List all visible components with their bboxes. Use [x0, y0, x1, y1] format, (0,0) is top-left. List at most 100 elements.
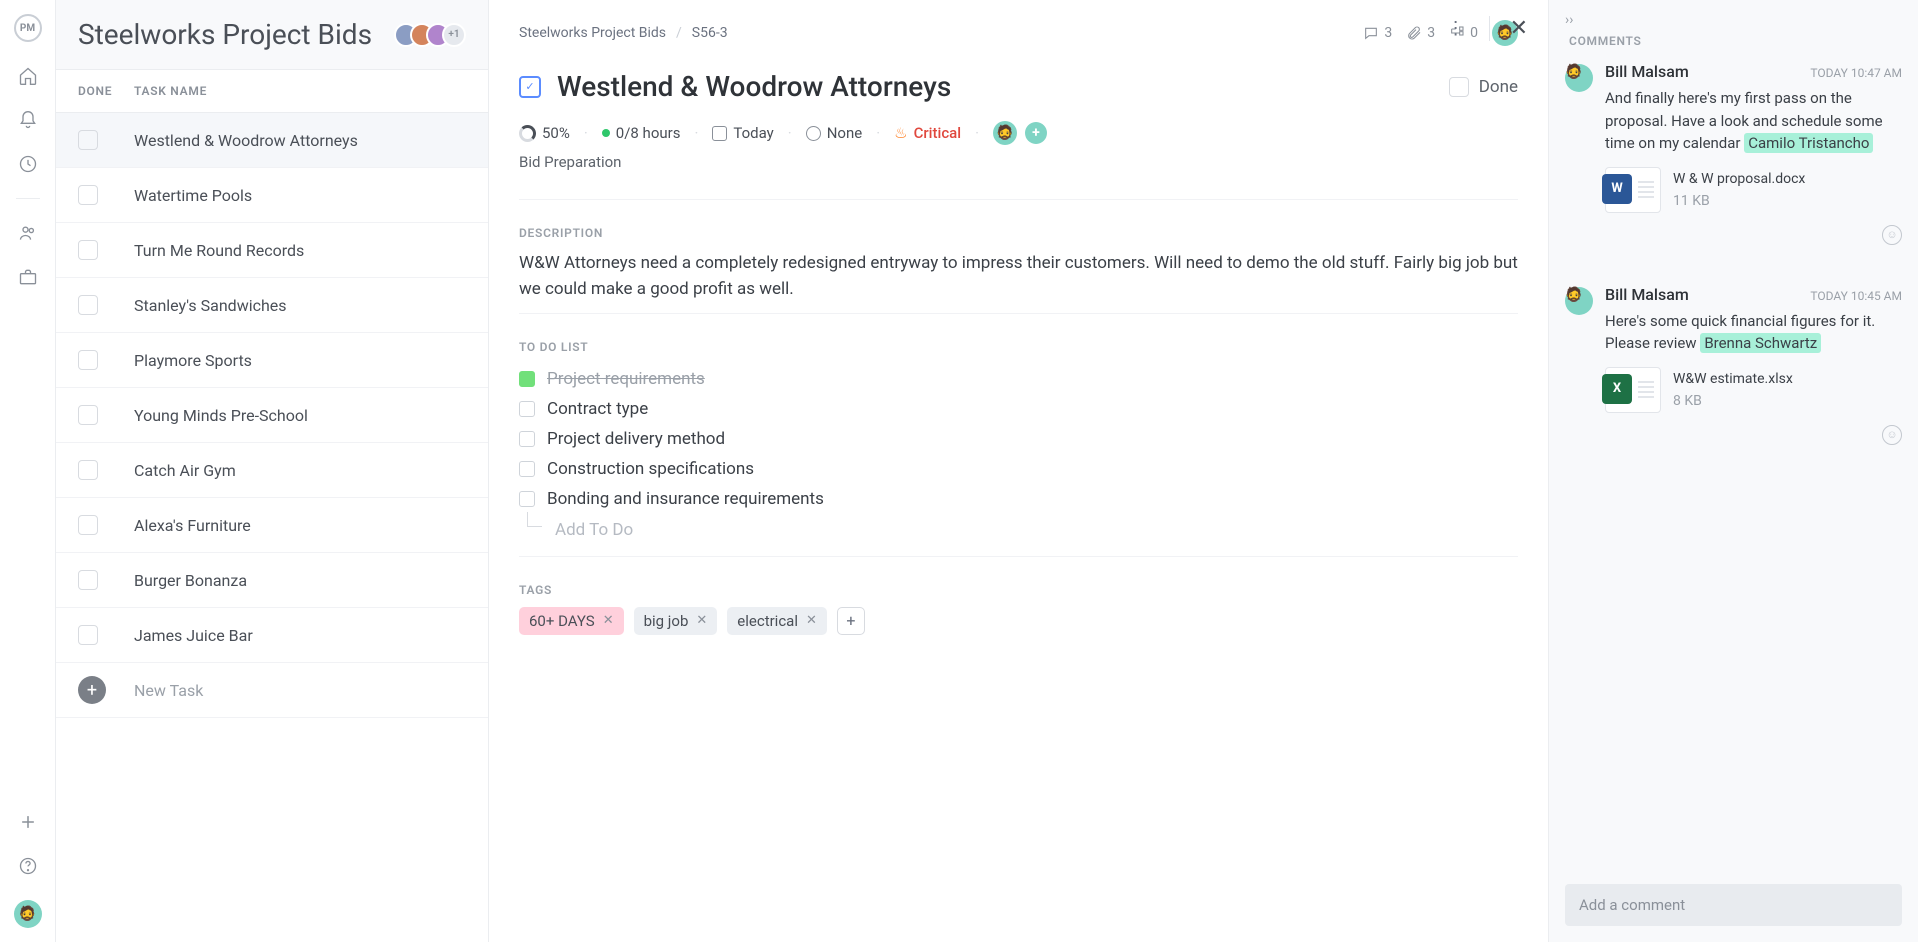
add-tag-button[interactable]: +	[837, 607, 865, 635]
help-icon[interactable]	[18, 856, 38, 876]
priority-meta[interactable]: ♨Critical	[894, 124, 961, 142]
user-avatar[interactable]: 🧔	[14, 900, 42, 928]
tag-remove-icon[interactable]: ✕	[806, 613, 817, 628]
repeat-meta[interactable]: None	[806, 124, 863, 142]
task-done-checkbox[interactable]	[78, 130, 98, 150]
done-checkbox[interactable]	[1449, 77, 1469, 97]
collaborator-stack[interactable]: +1	[402, 23, 466, 47]
comment-avatar: 🧔	[1565, 287, 1593, 315]
task-done-checkbox[interactable]	[78, 240, 98, 260]
todo-item[interactable]: Project requirements	[519, 364, 1518, 394]
task-category: Bid Preparation	[489, 149, 1548, 189]
task-row[interactable]: Alexa's Furniture	[56, 498, 488, 553]
task-row[interactable]: Young Minds Pre-School	[56, 388, 488, 443]
home-icon[interactable]	[18, 66, 38, 86]
task-done-checkbox[interactable]	[78, 515, 98, 535]
todo-item[interactable]: Contract type	[519, 394, 1518, 424]
progress-meta[interactable]: 50%	[519, 124, 570, 142]
comments-count[interactable]: 3	[1363, 25, 1392, 41]
mention[interactable]: Camilo Tristancho	[1744, 133, 1873, 153]
tag[interactable]: 60+ DAYS✕	[519, 607, 624, 635]
status-dot-icon	[602, 129, 610, 137]
done-toggle[interactable]: Done	[1449, 77, 1518, 97]
task-row[interactable]: Westlend & Woodrow Attorneys	[56, 113, 488, 168]
tag[interactable]: big job ✕	[634, 607, 718, 635]
react-icon[interactable]: ☺	[1882, 225, 1902, 245]
task-done-checkbox[interactable]	[78, 625, 98, 645]
task-row[interactable]: Turn Me Round Records	[56, 223, 488, 278]
breadcrumb-id: S56-3	[692, 25, 728, 41]
file-size: 8 KB	[1673, 393, 1793, 409]
task-row[interactable]: Playmore Sports	[56, 333, 488, 388]
tag-remove-icon[interactable]: ✕	[603, 613, 614, 628]
plus-icon[interactable]	[18, 812, 38, 832]
attachment[interactable]: W W & W proposal.docx 11 KB	[1605, 167, 1902, 213]
people-icon[interactable]	[18, 223, 38, 243]
tag-remove-icon[interactable]: ✕	[696, 613, 707, 628]
react-icon[interactable]: ☺	[1882, 425, 1902, 445]
todo-item[interactable]: Project delivery method	[519, 424, 1518, 454]
date-meta[interactable]: Today	[712, 124, 773, 142]
assignee-avatar[interactable]: 🧔	[993, 121, 1017, 145]
file-size: 11 KB	[1673, 193, 1805, 209]
mention[interactable]: Brenna Schwartz	[1700, 333, 1821, 353]
task-done-checkbox[interactable]	[78, 295, 98, 315]
todo-checkbox[interactable]	[519, 371, 535, 387]
breadcrumb-project[interactable]: Steelworks Project Bids	[519, 25, 666, 41]
rail-divider	[16, 198, 40, 199]
close-icon[interactable]: ✕	[1489, 16, 1528, 41]
todo-checkbox[interactable]	[519, 401, 535, 417]
todo-item[interactable]: Bonding and insurance requirements	[519, 484, 1518, 514]
tag[interactable]: electrical✕	[727, 607, 827, 635]
more-menu-icon[interactable]: ⋮	[1447, 18, 1467, 39]
todo-checkbox[interactable]	[519, 461, 535, 477]
briefcase-icon[interactable]	[18, 267, 38, 287]
new-task-label: New Task	[134, 681, 203, 700]
task-done-checkbox[interactable]	[78, 350, 98, 370]
task-column-headers: DONE TASK NAME	[56, 70, 488, 113]
app-logo[interactable]: PM	[14, 14, 42, 42]
task-row[interactable]: Catch Air Gym	[56, 443, 488, 498]
file-badge: X	[1602, 374, 1632, 404]
add-comment-input[interactable]: Add a comment	[1565, 884, 1902, 926]
comment-author: Bill Malsam	[1605, 62, 1810, 81]
file-name: W & W proposal.docx	[1673, 171, 1805, 187]
task-name: Westlend & Woodrow Attorneys	[134, 131, 358, 150]
collaborator-more[interactable]: +1	[442, 23, 466, 47]
task-row[interactable]: Burger Bonanza	[56, 553, 488, 608]
file-icon: W	[1605, 167, 1661, 213]
bell-icon[interactable]	[18, 110, 38, 130]
attachment[interactable]: X W&W estimate.xlsx 8 KB	[1605, 367, 1902, 413]
done-label: Done	[1479, 77, 1518, 97]
todo-item[interactable]: Construction specifications	[519, 454, 1518, 484]
add-todo-input[interactable]: Add To Do	[519, 514, 1518, 546]
task-type-icon: ✓	[519, 76, 541, 98]
task-done-checkbox[interactable]	[78, 460, 98, 480]
task-description[interactable]: W&W Attorneys need a completely redesign…	[519, 250, 1518, 303]
calendar-icon	[712, 126, 727, 141]
task-done-checkbox[interactable]	[78, 185, 98, 205]
flame-icon: ♨	[894, 124, 907, 142]
new-task-row[interactable]: +New Task	[56, 663, 488, 718]
task-row[interactable]: James Juice Bar	[56, 608, 488, 663]
task-done-checkbox[interactable]	[78, 570, 98, 590]
file-name: W&W estimate.xlsx	[1673, 371, 1793, 387]
attachments-count[interactable]: 3	[1406, 25, 1435, 41]
comment-author: Bill Malsam	[1605, 285, 1810, 304]
comment-body: Here's some quick financial figures for …	[1605, 310, 1902, 355]
comment-timestamp: TODAY 10:45 AM	[1810, 289, 1902, 303]
todo-checkbox[interactable]	[519, 431, 535, 447]
tag-label: big job	[644, 612, 689, 630]
collapse-comments-icon[interactable]: ››	[1549, 0, 1918, 28]
task-title[interactable]: Westlend & Woodrow Attorneys	[557, 70, 1433, 103]
todo-label: Project requirements	[547, 369, 705, 389]
task-rows: Westlend & Woodrow Attorneys Watertime Po…	[56, 113, 488, 942]
col-name: TASK NAME	[134, 84, 207, 98]
clock-icon[interactable]	[18, 154, 38, 174]
todo-checkbox[interactable]	[519, 491, 535, 507]
task-row[interactable]: Stanley's Sandwiches	[56, 278, 488, 333]
add-assignee-button[interactable]: +	[1025, 122, 1047, 144]
task-done-checkbox[interactable]	[78, 405, 98, 425]
hours-meta[interactable]: 0/8 hours	[602, 124, 681, 142]
task-row[interactable]: Watertime Pools	[56, 168, 488, 223]
